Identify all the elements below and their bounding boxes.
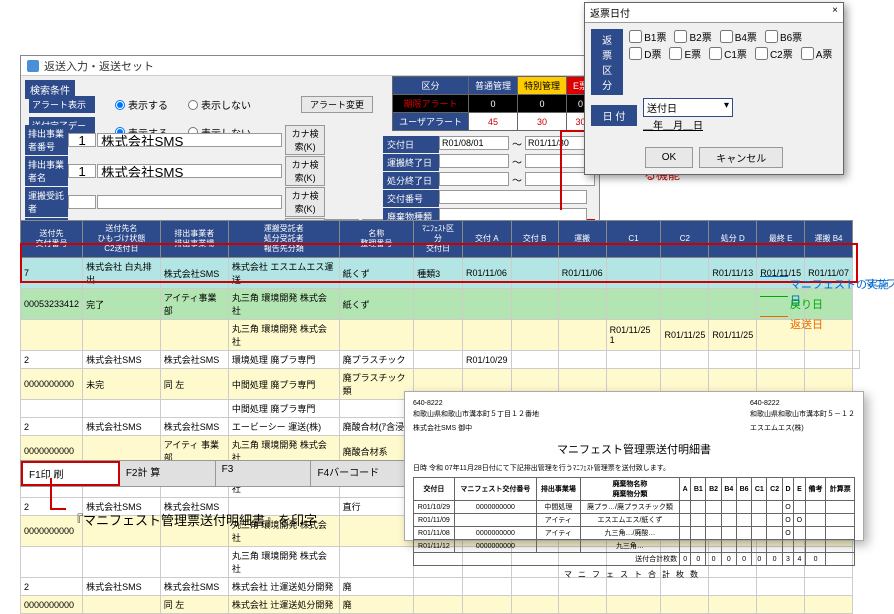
dialog-date-type-select[interactable]: 送付日 ▾	[643, 98, 733, 117]
fkey-f4[interactable]: F4バーコード	[311, 461, 407, 486]
grid-header[interactable]: ﾏﾆﾌｪｽﾄ区分交付日	[414, 221, 463, 258]
dialog-title: 返票日付	[590, 5, 630, 20]
fkey-f1[interactable]: F1印 刷	[21, 461, 120, 486]
grid-header[interactable]: 名称整理番号	[339, 221, 413, 258]
app-icon	[27, 60, 39, 72]
dialog-cancel-button[interactable]: キャンセル	[699, 147, 783, 168]
haishutsu-num-input[interactable]	[68, 133, 96, 147]
dialog-date-label: 日 付	[591, 105, 637, 126]
table-row[interactable]: 00053233412完了アイティ事業部丸三角 環境開発 株式会社紙くず	[21, 289, 860, 320]
grid-header[interactable]: 運搬	[558, 221, 606, 258]
close-icon[interactable]: ×	[832, 5, 838, 20]
kana-search-button-1[interactable]: カナ検索(K)	[285, 125, 325, 155]
report-table: 交付日マニフェスト交付番号排出事業場廃棄物名称廃棄物分類AB1B2B4B6C1C…	[413, 477, 855, 566]
grid-header[interactable]: C1	[606, 221, 661, 258]
grid-header[interactable]: 交付 A	[462, 221, 511, 258]
grid-header[interactable]: 送付先名ひもづけ状態C2送付日	[83, 221, 161, 258]
batch-date-dialog: 返票日付 × 返票区分 B1票 B2票 B4票 B6票 D票 E票 C1票 C2…	[584, 2, 844, 175]
report-title: マニフェスト管理票送付明細書	[413, 441, 855, 457]
window-titlebar: 返送入力・返送セット	[21, 56, 599, 76]
table-row[interactable]: 2株式会社SMS株式会社SMS環境処理 廃プラ専門廃プラスチックR01/10/2…	[21, 351, 860, 369]
fkey-f3[interactable]: F3	[216, 461, 312, 486]
chevron-down-icon: ▾	[724, 100, 729, 111]
grid-header[interactable]: 処分 D	[709, 221, 757, 258]
grid-header[interactable]: 排出事業者排出事業場	[160, 221, 228, 258]
alert-disp-label: アラート表示	[29, 96, 95, 113]
window-title: 返送入力・返送セット	[44, 58, 154, 74]
dialog-date-input[interactable]: ＿年＿月＿日	[643, 117, 733, 132]
dialog-titlebar: 返票日付 ×	[585, 3, 843, 23]
dialog-kubun-label: 返票区分	[591, 29, 623, 95]
callout-print: 『マニフェスト管理票送付明細書』を印字	[70, 510, 317, 529]
haishutsuname-num[interactable]	[68, 164, 96, 178]
grid-header[interactable]: 最終 E	[757, 221, 805, 258]
grid-header[interactable]: C2	[661, 221, 709, 258]
connector-line	[560, 130, 562, 210]
grid-header[interactable]: 運搬 B4	[805, 221, 853, 258]
grid-header[interactable]: 交付 B	[511, 221, 558, 258]
alert-change-button[interactable]: アラート変更	[301, 96, 373, 113]
summary-table: 区分普通管理特別管理E票 期限アラート000 ユーザアラート453030	[392, 76, 595, 131]
dialog-checkboxes: B1票 B2票 B4票 B6票 D票 E票 C1票 C2票 A票	[629, 29, 837, 61]
table-row[interactable]: 丸三角 環境開発 株式会社R01/11/25 1R01/11/25R01/11/…	[21, 320, 860, 351]
main-window: 返送入力・返送セット 検索条件 アラート表示 表示する 表示しない アラート変更…	[20, 55, 600, 244]
table-row[interactable]: 2株式会社SMS株式会社SMS株式会社 辻運送処分開発廃	[21, 578, 860, 596]
report-preview: 640-8222 和歌山県和歌山市溝本町５丁目１２番地 株式会社SMS 御中 6…	[404, 391, 864, 541]
grid-header[interactable]: 運搬受託者処分受託者報告先分類	[228, 221, 339, 258]
table-row[interactable]: 0000000000同 左株式会社 辻運送処分開発廃	[21, 596, 860, 614]
table-row[interactable]: 7株式会社 白丸排出株式会社SMS株式会社 エスエムエス運送紙くず種類3R01/…	[21, 258, 860, 289]
fkey-f2[interactable]: F2計 算	[120, 461, 216, 486]
haishutsu-name-input[interactable]	[97, 133, 282, 147]
dialog-ok-button[interactable]: OK	[645, 147, 693, 168]
grid-header[interactable]: 送付先交付番号	[21, 221, 83, 258]
kana-search-button-2[interactable]: カナ検索(K)	[285, 156, 325, 186]
